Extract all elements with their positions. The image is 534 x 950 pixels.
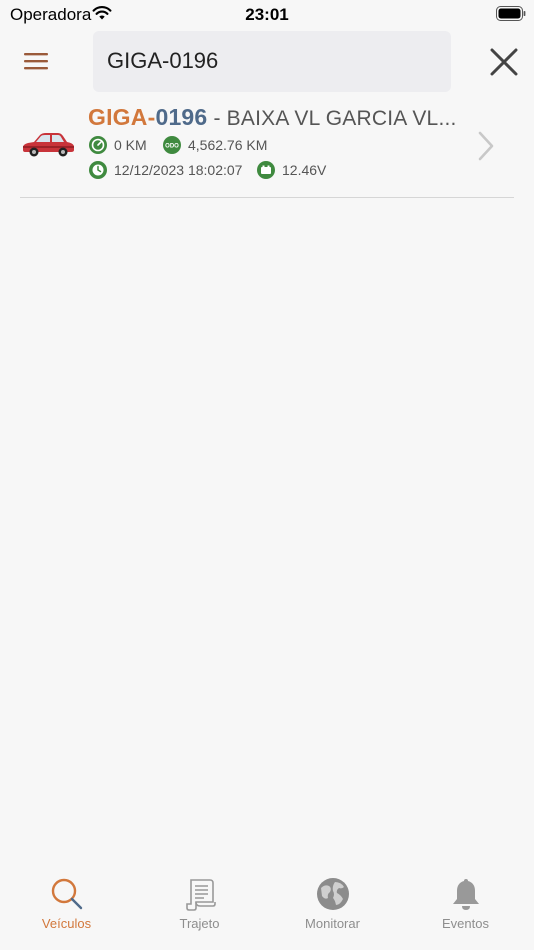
menu-button[interactable] xyxy=(22,50,52,74)
bell-icon xyxy=(452,879,479,910)
tab-monitorar[interactable]: Monitorar xyxy=(266,870,399,950)
voltage-value: 12.46V xyxy=(282,162,327,178)
battery-voltage-icon xyxy=(257,161,275,179)
tab-trajeto-label: Trajeto xyxy=(179,916,220,931)
vehicle-list-item[interactable]: GIGA-0196 - BAIXA VL GARCIA VL... 0 KM O… xyxy=(20,100,514,198)
tab-eventos[interactable]: Eventos xyxy=(399,870,532,950)
tab-monitorar-label: Monitorar xyxy=(305,916,360,931)
clock-icon xyxy=(89,161,107,179)
status-bar: Operadora 23:01 xyxy=(0,0,534,30)
search-icon xyxy=(51,878,82,910)
tab-trajeto[interactable]: Trajeto xyxy=(133,870,266,950)
battery-icon xyxy=(496,6,526,21)
chevron-right-icon xyxy=(478,131,494,161)
clear-search-button[interactable] xyxy=(488,46,520,78)
close-icon xyxy=(490,48,518,76)
search-input[interactable] xyxy=(107,45,437,77)
speed-value: 0 KM xyxy=(114,137,147,153)
odometer-value: 4,562.76 KM xyxy=(188,137,268,153)
speedometer-icon xyxy=(89,136,107,154)
tab-eventos-label: Eventos xyxy=(442,916,489,931)
tab-veiculos-label: Veículos xyxy=(41,916,92,931)
tab-veiculos[interactable]: Veículos xyxy=(0,870,133,950)
datetime-value: 12/12/2023 18:02:07 xyxy=(114,162,243,178)
vehicle-info-line-1: 0 KM ODO 4,562.76 KM xyxy=(88,135,388,155)
route-icon xyxy=(185,879,216,911)
hamburger-icon xyxy=(24,53,48,70)
vehicle-title: GIGA-0196 - BAIXA VL GARCIA VL... xyxy=(88,104,468,131)
globe-icon xyxy=(316,878,349,910)
car-icon xyxy=(23,133,74,157)
vehicle-plate-prefix: GIGA- xyxy=(88,104,156,130)
vehicle-info-line-2: 12/12/2023 18:02:07 12.46V xyxy=(88,160,388,180)
search-box xyxy=(93,31,451,92)
vehicle-description: - BAIXA VL GARCIA VL... xyxy=(207,107,457,130)
odometer-icon: ODO xyxy=(163,136,181,154)
vehicle-plate-number: 0196 xyxy=(155,104,208,130)
tab-bar: Veículos Trajeto Monitorar Eventos xyxy=(0,870,534,950)
status-time: 23:01 xyxy=(245,5,289,24)
odo-badge-text: ODO xyxy=(165,144,179,150)
